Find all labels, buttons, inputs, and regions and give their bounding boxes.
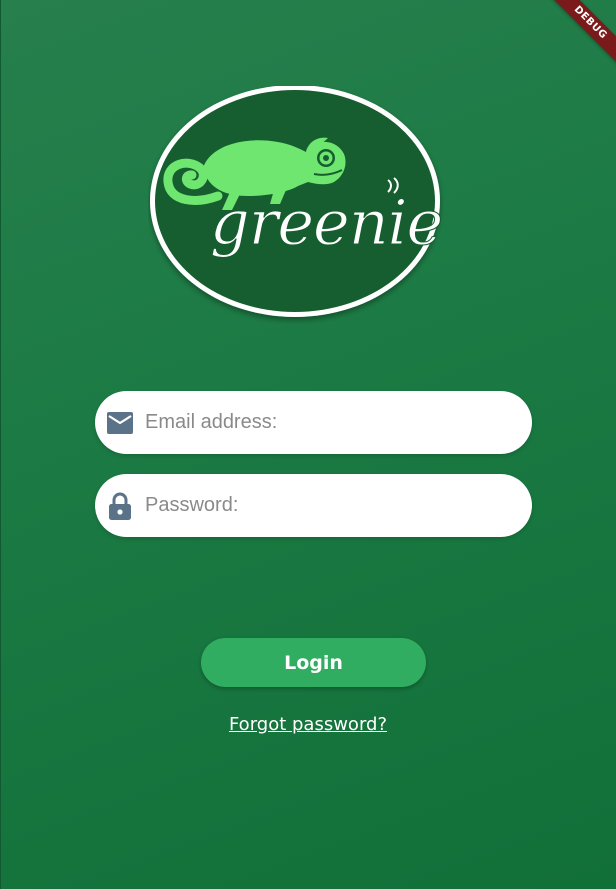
lock-icon — [106, 492, 134, 520]
email-input[interactable] — [145, 411, 505, 434]
password-input[interactable] — [145, 494, 505, 517]
window-edge — [0, 0, 1, 889]
svg-text:greenie: greenie — [210, 186, 442, 259]
login-screen: { "debug_banner": "DEBUG", "logo": { "te… — [0, 0, 616, 889]
mail-icon — [106, 409, 134, 437]
logo-graphic: greenie — [150, 86, 444, 317]
email-field[interactable] — [95, 391, 532, 454]
forgot-password-link[interactable]: Forgot password? — [0, 714, 616, 735]
logo-wordmark: greenie — [210, 177, 444, 260]
password-field[interactable] — [95, 474, 532, 537]
debug-banner: DEBUG — [541, 0, 616, 72]
greenie-logo: greenie — [148, 86, 444, 324]
login-button[interactable]: Login — [201, 638, 426, 687]
